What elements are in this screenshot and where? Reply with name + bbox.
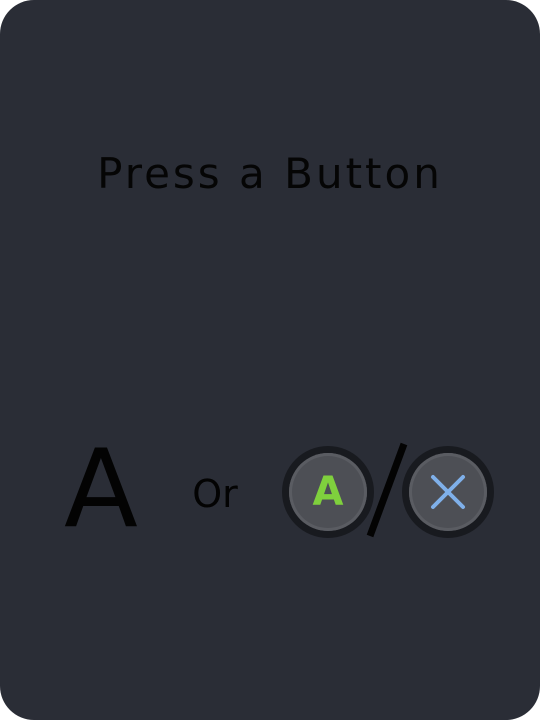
gamepad-a-label: A [312, 469, 344, 515]
or-label: Or [192, 472, 238, 516]
cross-icon [431, 475, 465, 509]
prompt-card: Press a Button A Or A [0, 0, 540, 720]
gamepad-a-button-face: A [289, 453, 367, 531]
gamepad-x-button-icon[interactable] [402, 446, 494, 538]
page-title: Press a Button [97, 149, 443, 198]
keyboard-key-a: A [64, 427, 138, 552]
gamepad-x-button-face [409, 453, 487, 531]
